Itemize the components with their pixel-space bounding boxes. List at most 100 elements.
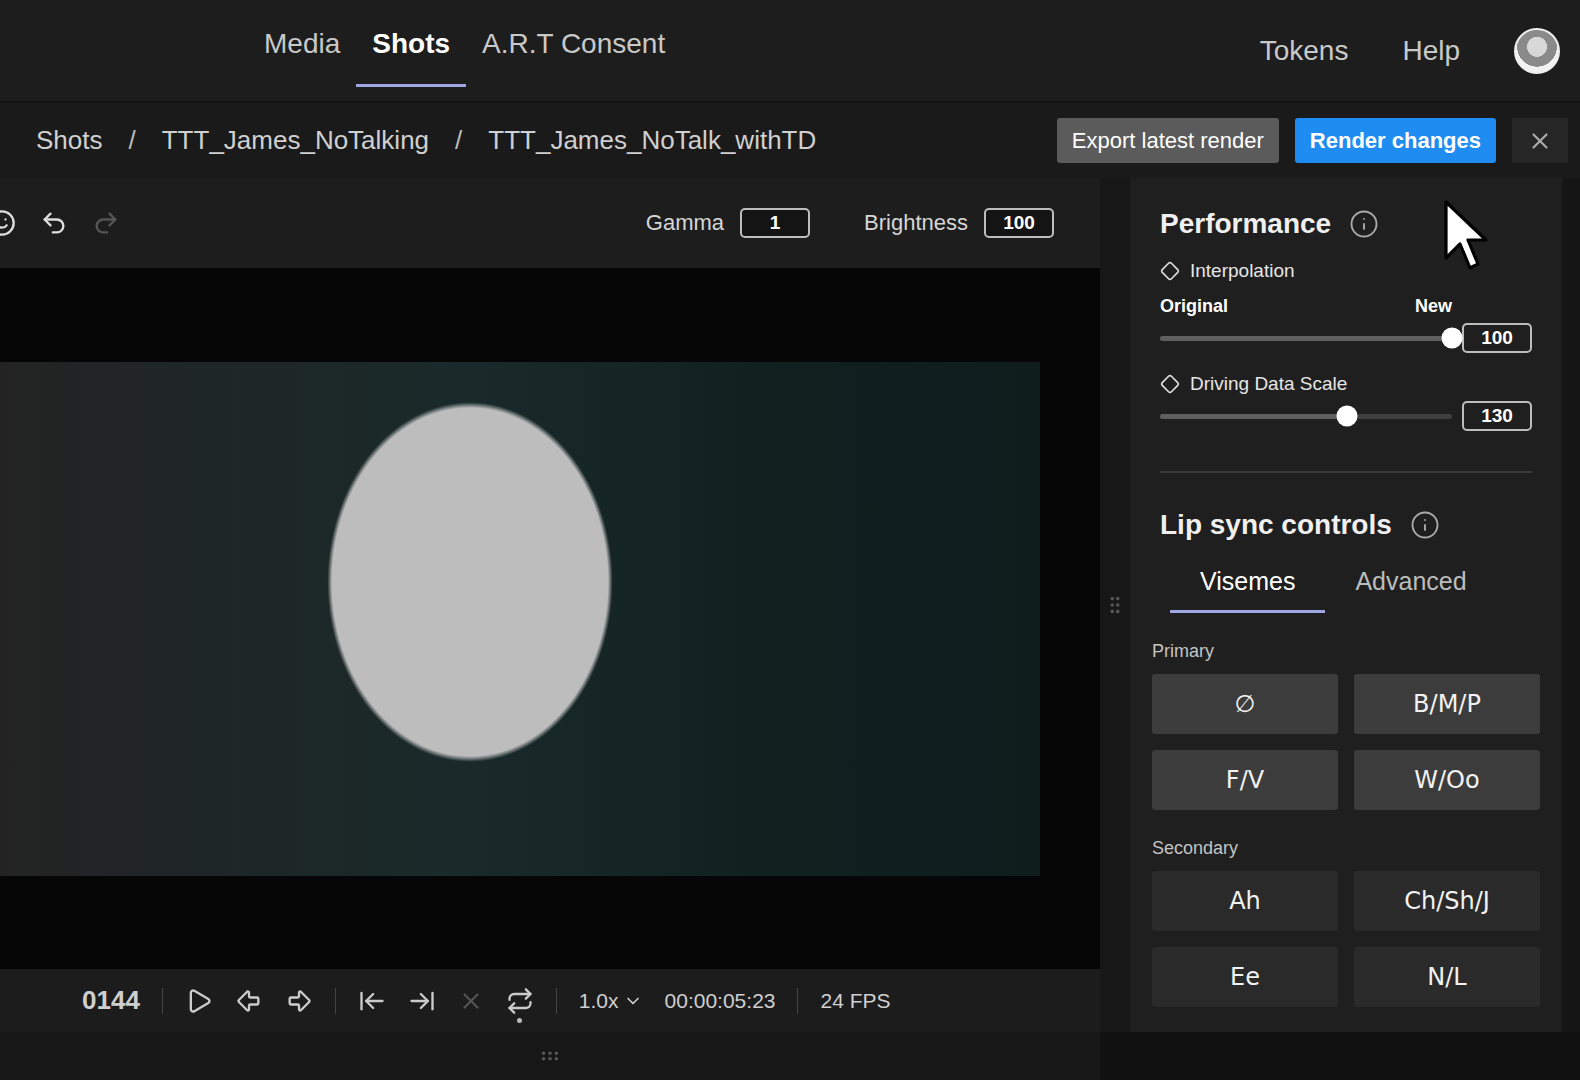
play-icon[interactable] [185,987,213,1015]
clear-icon[interactable] [458,988,484,1014]
slider-row: 130 [1160,401,1540,431]
redo-icon[interactable] [92,209,120,237]
action-button[interactable]: Render changes [1295,118,1496,163]
grip-icon [1104,594,1126,616]
viewer-frame [0,268,1100,969]
viewer-toolbar: Gamma 1 Brightness 100 [0,178,1100,268]
separator [556,988,557,1014]
slider-control: Interpolation OriginalNew 100 [1152,250,1540,353]
lip-sync-tab[interactable]: Advanced [1325,567,1496,613]
nav-tab[interactable]: A.R.T Consent [466,0,681,87]
lip-sync-tab[interactable]: Visemes [1170,567,1325,613]
viewer-field: Brightness 100 [864,208,1054,238]
breadcrumb-item[interactable]: TTT_James_NoTalk_withTD [488,125,816,156]
nav-right: Tokens Help [1260,0,1560,101]
speed-select[interactable]: 1.0x [579,989,643,1013]
mouse-cursor-icon [1442,198,1490,274]
info-icon[interactable] [1349,209,1379,239]
main: Gamma 1 Brightness 100 0144 1.0x 00:00:05:23 24… [0,178,1580,1032]
slider-thumb[interactable] [1442,328,1463,349]
field-label: Brightness [864,210,968,236]
lip-sync-tabs: VisemesAdvanced [1170,567,1540,613]
slider-end-labels: OriginalNew [1160,296,1452,317]
viseme-button[interactable]: W/Oo [1354,750,1540,810]
viseme-button[interactable]: N/L [1354,947,1540,1007]
slider-fill [1160,414,1347,419]
breadcrumb-bar: Shots / TTT_James_NoTalking / TTT_James_NoTa… [0,103,1580,178]
grip-icon [539,1045,561,1067]
tool-icons [0,209,592,237]
viseme-grid: ∅ B/M/P F/V W/Oo [1152,674,1540,810]
slider-row: 100 [1160,323,1540,353]
slider-track[interactable] [1160,336,1452,341]
go-to-end-icon[interactable] [408,987,436,1015]
slider-right-label: New [1415,296,1452,317]
viseme-button[interactable]: Ah [1152,871,1338,931]
slider-label: Driving Data Scale [1160,373,1540,395]
previous-frame-icon[interactable] [235,987,263,1015]
group-label: Secondary [1152,838,1540,859]
bottom-grip-bar[interactable] [0,1032,1100,1080]
keyframe-diamond-icon[interactable] [1160,261,1180,281]
close-button[interactable] [1512,118,1568,163]
loop-icon [506,987,534,1015]
separator [797,988,798,1014]
slider-track[interactable] [1160,414,1452,419]
field-label: Gamma [646,210,724,236]
viseme-button[interactable]: Ee [1152,947,1338,1007]
nav-tabs: MediaShotsA.R.T Consent [248,0,1260,101]
avatar[interactable] [1514,28,1560,74]
side-panel: PerformanceInterpolationOriginalNew100Dr… [1130,178,1562,1032]
loop-button[interactable] [506,987,534,1015]
slider-fill [1160,336,1452,341]
group-label: Primary [1152,641,1540,662]
viseme-group: Primary ∅ B/M/P F/V W/Oo [1152,641,1540,810]
scrollbar[interactable] [1562,178,1580,1032]
viseme-button[interactable]: B/M/P [1354,674,1540,734]
slider-thumb[interactable] [1336,406,1357,427]
loop-indicator [517,1018,522,1023]
viewer-field: Gamma 1 [646,208,810,238]
timecode: 00:00:05:23 [665,989,776,1013]
field-input[interactable]: 100 [984,208,1054,238]
slider-label: Interpolation [1160,260,1540,282]
breadcrumb: Shots / TTT_James_NoTalking / TTT_James_NoTa… [36,125,1057,156]
separator [162,988,163,1014]
breadcrumb-separator: / [129,125,136,156]
info-icon[interactable] [1410,510,1440,540]
viseme-button[interactable]: ∅ [1152,674,1338,734]
slider-value[interactable]: 100 [1462,323,1532,353]
slider-value[interactable]: 130 [1462,401,1532,431]
panel-divider[interactable] [1100,178,1130,1032]
next-frame-icon[interactable] [285,987,313,1015]
nav-tab[interactable]: Shots [356,0,466,87]
actions: Export latest render Render changes [1057,118,1568,163]
viseme-button[interactable]: Ch/Sh/J [1354,871,1540,931]
section-title: Lip sync controls [1152,509,1540,541]
nav-link[interactable]: Tokens [1260,35,1349,67]
viewer: Gamma 1 Brightness 100 0144 1.0x 00:00:05:23 24… [0,178,1100,1032]
separator [335,988,336,1014]
nav-link[interactable]: Help [1402,35,1460,67]
divider [1160,471,1532,473]
field-input[interactable]: 1 [740,208,810,238]
playback-bar: 0144 1.0x 00:00:05:23 24 FPS [0,969,1100,1032]
action-button[interactable]: Export latest render [1057,118,1279,163]
go-to-start-icon[interactable] [358,987,386,1015]
face-icon[interactable] [0,209,16,237]
undo-icon[interactable] [40,209,68,237]
app: MediaShotsA.R.T ConsentTokensHelpShots/T… [0,0,1580,1080]
breadcrumb-item[interactable]: Shots [36,125,103,156]
slider-control: Driving Data Scale 130 [1152,363,1540,431]
frame-number[interactable]: 0144 [82,985,140,1016]
breadcrumb-separator: / [455,125,462,156]
nav-tab[interactable]: Media [248,0,356,87]
fps: 24 FPS [820,989,890,1013]
close-icon [1527,128,1553,154]
viseme-grid: Ah Ch/Sh/J Ee N/L [1152,871,1540,1007]
breadcrumb-item[interactable]: TTT_James_NoTalking [162,125,429,156]
chevron-down-icon [623,991,643,1011]
video-frame [0,362,1040,876]
viseme-button[interactable]: F/V [1152,750,1338,810]
keyframe-diamond-icon[interactable] [1160,374,1180,394]
